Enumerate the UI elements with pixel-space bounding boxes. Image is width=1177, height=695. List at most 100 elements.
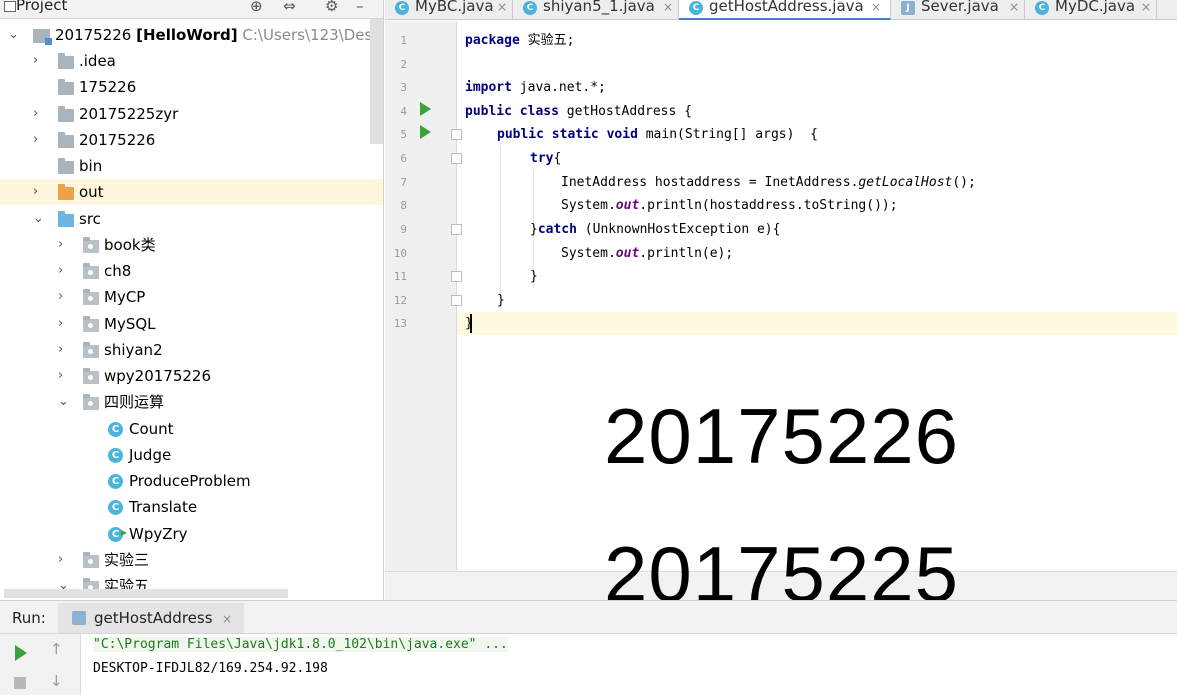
line-number: 2 <box>400 58 407 71</box>
tree-item-module-root[interactable]: ⌄ 20175226 [HelloWord] C:\Users\123\Desk… <box>0 22 383 48</box>
output-folder-icon <box>58 184 74 200</box>
editor-tab-bar: C MyBC.java × C shiyan5_1.java × C getHo… <box>385 0 1177 20</box>
tree-item-label: 175226 <box>79 78 137 96</box>
locate-target-icon[interactable]: ⊕ <box>250 0 263 15</box>
tree-item-sizeyunsuan[interactable]: ⌄ 四则运算 <box>0 389 383 415</box>
tree-item-ch8[interactable]: › ch8 <box>0 258 383 284</box>
expand-arrow-icon[interactable]: › <box>58 284 63 310</box>
line-number: 4 <box>400 105 407 118</box>
collapse-arrow-icon[interactable]: ⌄ <box>33 206 44 232</box>
tab-sever[interactable]: J Sever.java × <box>891 0 1025 20</box>
tab-close-icon[interactable]: × <box>871 0 881 15</box>
tree-item-book[interactable]: › book类 <box>0 232 383 258</box>
tree-item-src[interactable]: ⌄ src <box>0 206 383 232</box>
tab-close-icon[interactable]: × <box>497 0 507 15</box>
run-class-icon[interactable] <box>420 102 431 116</box>
java-class-icon: C <box>1035 1 1049 15</box>
tree-item-shiyan2[interactable]: › shiyan2 <box>0 337 383 363</box>
folder-icon <box>58 132 74 148</box>
fold-marker-icon[interactable] <box>451 224 462 235</box>
fold-marker-icon[interactable] <box>451 153 462 164</box>
project-header: Project ⊕ ⇔ ⚙ – <box>0 0 383 19</box>
rerun-play-icon[interactable] <box>15 645 27 661</box>
expand-arrow-icon[interactable]: › <box>33 101 38 127</box>
run-main-icon[interactable] <box>420 125 431 139</box>
line-number: 9 <box>400 223 407 236</box>
java-class-icon: C <box>689 1 703 15</box>
project-horizontal-scrollbar[interactable] <box>4 589 288 598</box>
fold-marker-icon[interactable] <box>451 129 462 140</box>
tree-item-count[interactable]: C Count <box>0 416 383 442</box>
expand-arrow-icon[interactable]: › <box>58 311 63 337</box>
module-name: 20175226 <box>55 26 132 44</box>
code-text: System. <box>561 246 616 261</box>
tree-item-label: shiyan2 <box>104 341 163 359</box>
package-icon <box>83 368 99 384</box>
project-vertical-scrollbar[interactable] <box>370 19 383 144</box>
expand-arrow-icon[interactable]: › <box>58 363 63 389</box>
code-text: .println(hostaddress.toString()); <box>639 198 898 213</box>
tree-item-wpy20175226[interactable]: › wpy20175226 <box>0 363 383 389</box>
tree-item-shiyansan[interactable]: › 实验三 <box>0 547 383 573</box>
tab-close-icon[interactable]: × <box>663 0 673 15</box>
settings-gear-icon[interactable]: ⚙ <box>325 0 338 15</box>
tab-gethostaddress[interactable]: C getHostAddress.java × <box>679 0 891 20</box>
run-tab-gethostaddress[interactable]: getHostAddress × <box>58 603 244 633</box>
tab-close-icon[interactable]: × <box>1009 0 1019 15</box>
collapse-arrow-icon[interactable]: ⌄ <box>58 389 69 415</box>
hide-panel-icon[interactable]: – <box>356 0 364 15</box>
expand-arrow-icon[interactable]: › <box>58 337 63 363</box>
run-config-icon <box>72 611 86 625</box>
tree-item-out[interactable]: › out <box>0 179 383 205</box>
line-number: 11 <box>393 270 407 283</box>
java-class-icon: C <box>523 1 537 15</box>
code-editor[interactable]: 1 2 3 4 5 6 7 8 9 10 11 12 13 package 实验… <box>385 21 1177 571</box>
line-number: 3 <box>400 81 407 94</box>
text-caret <box>470 314 472 333</box>
expand-arrow-icon[interactable]: › <box>33 127 38 153</box>
run-tab-close-icon[interactable]: × <box>222 612 232 626</box>
line-number: 13 <box>393 317 407 330</box>
tree-item-175226[interactable]: 175226 <box>0 74 383 100</box>
expand-arrow-icon[interactable]: › <box>33 48 38 74</box>
package-icon <box>83 289 99 305</box>
module-path: C:\Users\123\Desktop <box>242 26 383 44</box>
fold-marker-icon[interactable] <box>451 271 462 282</box>
tree-item-bin[interactable]: bin <box>0 153 383 179</box>
collapse-all-icon[interactable]: ⇔ <box>283 0 296 15</box>
tree-item-20175226[interactable]: › 20175226 <box>0 127 383 153</box>
tree-item-wpyzry[interactable]: C ▶ WpyZry <box>0 521 383 547</box>
fold-marker-icon[interactable] <box>451 295 462 306</box>
tree-item-translate[interactable]: C Translate <box>0 494 383 520</box>
stop-icon[interactable] <box>14 677 26 689</box>
tab-mydc[interactable]: C MyDC.java × <box>1025 0 1157 20</box>
java-class-icon: C <box>108 448 123 463</box>
tab-mybc[interactable]: C MyBC.java × <box>385 0 513 20</box>
scroll-up-arrow-icon[interactable]: ↑ <box>50 640 63 658</box>
tab-close-icon[interactable]: × <box>1141 0 1151 15</box>
expand-arrow-icon[interactable]: › <box>33 179 38 205</box>
tab-label: getHostAddress.java <box>709 0 864 15</box>
tab-shiyan5-1[interactable]: C shiyan5_1.java × <box>513 0 679 20</box>
tree-item-label: Judge <box>129 446 172 464</box>
tree-item-idea[interactable]: › .idea <box>0 48 383 74</box>
code-text: { <box>553 151 562 166</box>
tree-item-mycp[interactable]: › MyCP <box>0 284 383 310</box>
code-text: 实验五; <box>519 33 575 48</box>
expand-arrow-icon[interactable]: › <box>58 232 63 258</box>
tree-item-produceproblem[interactable]: C ProduceProblem <box>0 468 383 494</box>
tree-item-judge[interactable]: C Judge <box>0 442 383 468</box>
collapse-arrow-icon[interactable]: ⌄ <box>8 22 19 48</box>
line-number: 6 <box>400 152 407 165</box>
expand-arrow-icon[interactable]: › <box>58 547 63 573</box>
code-line-6: try{ <box>530 147 561 170</box>
code-text: InetAddress hostaddress = InetAddress. <box>561 175 859 190</box>
tree-item-20175225zyr[interactable]: › 20175225zyr <box>0 101 383 127</box>
run-console[interactable]: "C:\Program Files\Java\jdk1.8.0_102\bin\… <box>80 634 1177 695</box>
scroll-down-arrow-icon[interactable]: ↓ <box>50 672 63 690</box>
project-title[interactable]: Project <box>16 0 67 14</box>
java-file-icon: J <box>901 1 915 15</box>
tree-item-mysql[interactable]: › MySQL <box>0 311 383 337</box>
module-folder-icon <box>33 29 52 45</box>
expand-arrow-icon[interactable]: › <box>58 258 63 284</box>
